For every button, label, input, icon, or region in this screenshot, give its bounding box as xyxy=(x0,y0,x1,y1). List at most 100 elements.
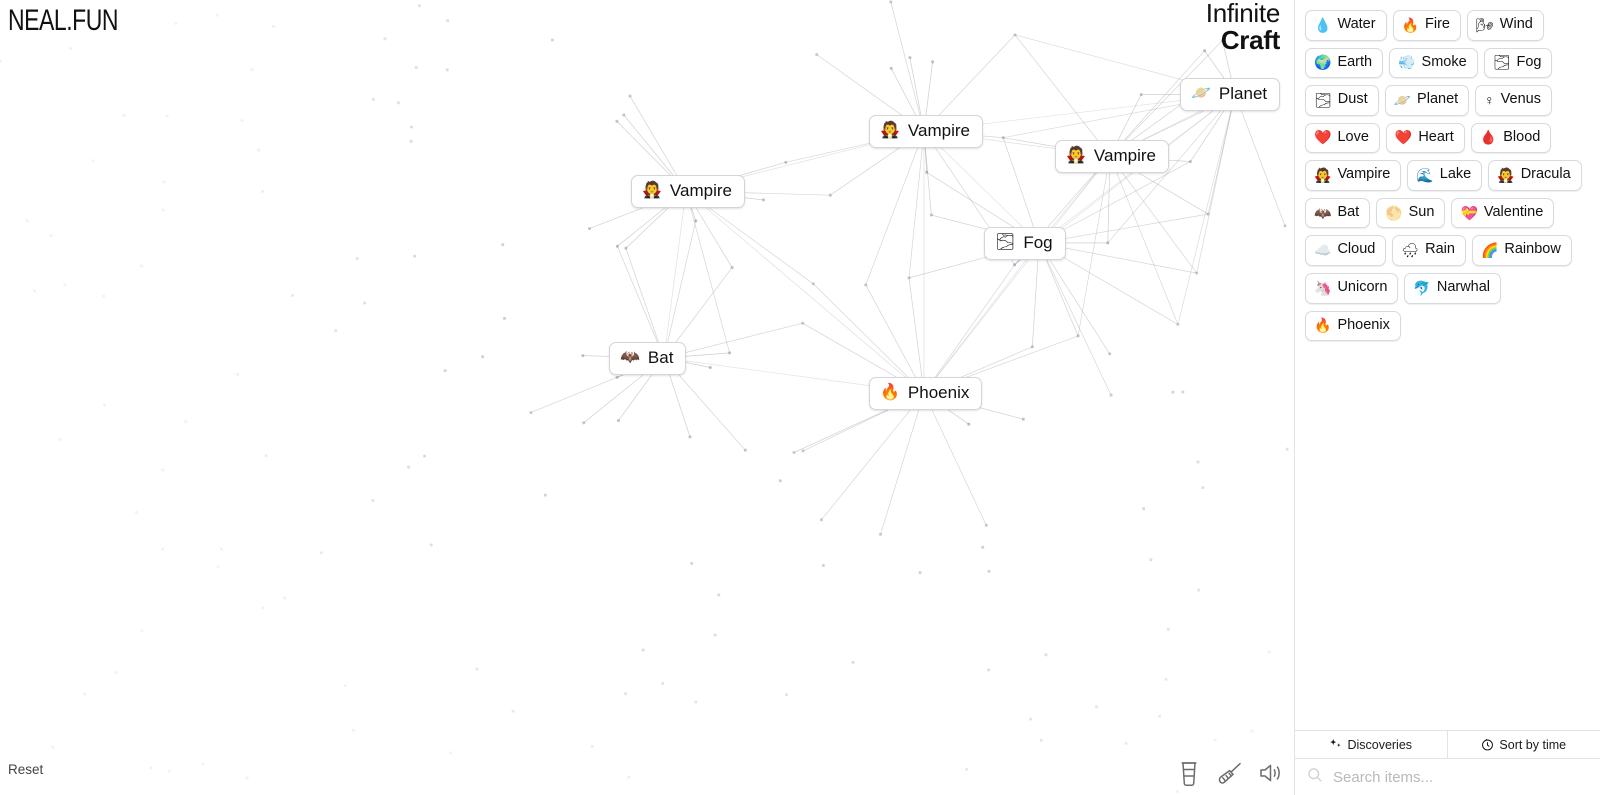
item-label: Valentine xyxy=(1483,203,1544,220)
page-title-line2: Craft xyxy=(1220,24,1280,55)
page-title-line1: Infinite xyxy=(1205,0,1281,28)
sort-label: Sort by time xyxy=(1499,737,1567,752)
item-chip[interactable]: ❤️ Love xyxy=(1305,122,1380,154)
item-chip[interactable]: 🐬 Narwhal xyxy=(1404,272,1502,304)
coffee-cup-icon[interactable] xyxy=(1178,759,1204,789)
item-label: Lake xyxy=(1439,166,1472,183)
item-label: Cloud xyxy=(1337,241,1376,258)
infinite-craft-app: NEAL.FUN Infinite Craft 🪐 Planet 🧛 Vampire 🧛… xyxy=(0,0,1600,795)
node-label: Vampire xyxy=(1093,146,1156,165)
item-emoji-icon: 🧛 xyxy=(1314,167,1332,184)
item-chip[interactable]: 🧛 Vampire xyxy=(1305,160,1402,191)
node-label: Phoenix xyxy=(907,383,970,402)
canvas-node[interactable]: 🧛 Vampire xyxy=(631,175,745,208)
discoveries-label: Discoveries xyxy=(1347,737,1413,752)
canvas-node[interactable]: 🌫 Fog xyxy=(984,227,1066,260)
clock-icon xyxy=(1481,738,1494,751)
background-network xyxy=(0,0,1289,793)
item-emoji-icon: ☁️ xyxy=(1314,242,1332,259)
item-emoji-icon: 🌫 xyxy=(1492,54,1511,71)
item-emoji-icon: 💝 xyxy=(1460,204,1478,221)
search-icon xyxy=(1307,767,1323,788)
item-chip[interactable]: 🦇 Bat xyxy=(1305,197,1371,229)
item-label: Earth xyxy=(1337,53,1373,70)
item-label: Love xyxy=(1337,128,1369,145)
item-chip[interactable]: 🌊 Lake xyxy=(1407,160,1483,191)
item-chip[interactable]: 🩸 Blood xyxy=(1470,122,1552,154)
item-chip[interactable]: 🌫 Fog xyxy=(1483,47,1553,79)
item-label: Rain xyxy=(1425,241,1455,258)
node-label: Bat xyxy=(647,348,674,367)
node-emoji-icon: 🪐 xyxy=(1191,85,1211,102)
canvas-node[interactable]: 🧛 Vampire xyxy=(1055,140,1169,173)
item-chip[interactable]: 🌧 Rain xyxy=(1392,235,1466,266)
item-label: Fog xyxy=(1516,53,1542,70)
item-label: Sun xyxy=(1408,203,1435,220)
item-chip[interactable]: 🪐 Planet xyxy=(1384,85,1470,116)
canvas-toolbar xyxy=(1178,759,1284,789)
item-chip[interactable]: ♀ Venus xyxy=(1475,85,1552,116)
item-chip[interactable]: 💨 Smoke xyxy=(1389,47,1478,79)
item-chip[interactable]: 🔥 Phoenix xyxy=(1305,310,1401,342)
item-chip[interactable]: ❤️ Heart xyxy=(1385,122,1465,154)
item-label: Bat xyxy=(1337,203,1360,220)
neal-fun-logo[interactable]: NEAL.FUN xyxy=(8,4,119,38)
item-emoji-icon: 🔥 xyxy=(1401,16,1420,33)
canvas-node[interactable]: 🔥 Phoenix xyxy=(869,377,983,410)
item-emoji-icon: 🦇 xyxy=(1314,204,1332,221)
item-label: Heart xyxy=(1418,128,1454,145)
item-chip[interactable]: 🔥 Fire xyxy=(1392,10,1461,41)
item-emoji-icon: 🌈 xyxy=(1480,242,1499,259)
node-emoji-icon: 🧛 xyxy=(642,182,662,199)
item-chip[interactable]: 🌫 Dust xyxy=(1305,85,1379,116)
item-emoji-icon: 🔥 xyxy=(1314,317,1332,334)
node-label: Vampire xyxy=(669,181,732,200)
sort-by-time-button[interactable]: Sort by time xyxy=(1448,731,1600,758)
node-label: Vampire xyxy=(907,121,970,140)
item-chip[interactable]: 💝 Valentine xyxy=(1451,197,1555,229)
discoveries-button[interactable]: Discoveries xyxy=(1295,731,1448,758)
item-chip[interactable]: ☁️ Cloud xyxy=(1305,235,1387,266)
page-title: Infinite Craft xyxy=(1205,0,1281,55)
item-emoji-icon: 🌬 xyxy=(1476,16,1494,33)
item-emoji-icon: ❤️ xyxy=(1314,129,1332,146)
item-label: Smoke xyxy=(1421,53,1467,70)
item-label: Planet xyxy=(1417,91,1459,108)
item-chip[interactable]: 🧛 Dracula xyxy=(1488,160,1582,191)
item-label: Venus xyxy=(1500,91,1541,108)
broom-icon[interactable] xyxy=(1218,759,1244,789)
item-chip[interactable]: 🌍 Earth xyxy=(1305,47,1384,79)
item-chip[interactable]: 🌈 Rainbow xyxy=(1471,235,1572,266)
items-sidebar: 💧 Water 🔥 Fire 🌬 Wind 🌍 Earth 💨 Smoke 🌫 Fog 🌫 Dust 🪐 Pl… xyxy=(1294,0,1600,795)
item-label: Blood xyxy=(1503,128,1541,145)
reset-button[interactable]: Reset xyxy=(8,762,43,777)
item-label: Rainbow xyxy=(1504,241,1561,258)
item-chip[interactable]: 💧 Water xyxy=(1305,10,1387,41)
item-emoji-icon: ♀ xyxy=(1484,91,1495,108)
item-emoji-icon: 🪐 xyxy=(1393,91,1412,108)
node-label: Fog xyxy=(1023,233,1053,252)
node-emoji-icon: 🌫 xyxy=(995,234,1016,251)
search-row[interactable] xyxy=(1295,759,1600,795)
node-emoji-icon: 🧛 xyxy=(880,122,900,139)
item-emoji-icon: 🐬 xyxy=(1413,279,1431,296)
item-emoji-icon: ❤️ xyxy=(1394,129,1413,146)
item-chip[interactable]: 🌕 Sun xyxy=(1376,197,1446,229)
canvas-node[interactable]: 🪐 Planet xyxy=(1180,78,1281,111)
items-list[interactable]: 💧 Water 🔥 Fire 🌬 Wind 🌍 Earth 💨 Smoke 🌫 Fog 🌫 Dust 🪐 Pl… xyxy=(1295,0,1600,730)
search-input[interactable] xyxy=(1331,767,1590,787)
item-chip[interactable]: 🦄 Unicorn xyxy=(1305,272,1399,304)
canvas-node[interactable]: 🦇 Bat xyxy=(609,342,687,375)
item-emoji-icon: 💧 xyxy=(1314,16,1332,33)
item-emoji-icon: 🌧 xyxy=(1401,242,1420,259)
item-label: Dust xyxy=(1337,91,1368,108)
item-emoji-icon: 💨 xyxy=(1398,54,1416,71)
item-chip[interactable]: 🌬 Wind xyxy=(1467,10,1544,41)
crafting-canvas[interactable]: NEAL.FUN Infinite Craft 🪐 Planet 🧛 Vampire 🧛… xyxy=(0,0,1294,795)
speaker-icon[interactable] xyxy=(1258,759,1284,789)
sparkle-icon xyxy=(1329,738,1342,751)
canvas-node[interactable]: 🧛 Vampire xyxy=(869,115,983,148)
item-label: Water xyxy=(1337,16,1376,32)
node-emoji-icon: 🧛 xyxy=(1066,147,1086,164)
sidebar-actions: Discoveries Sort by time xyxy=(1295,730,1600,759)
